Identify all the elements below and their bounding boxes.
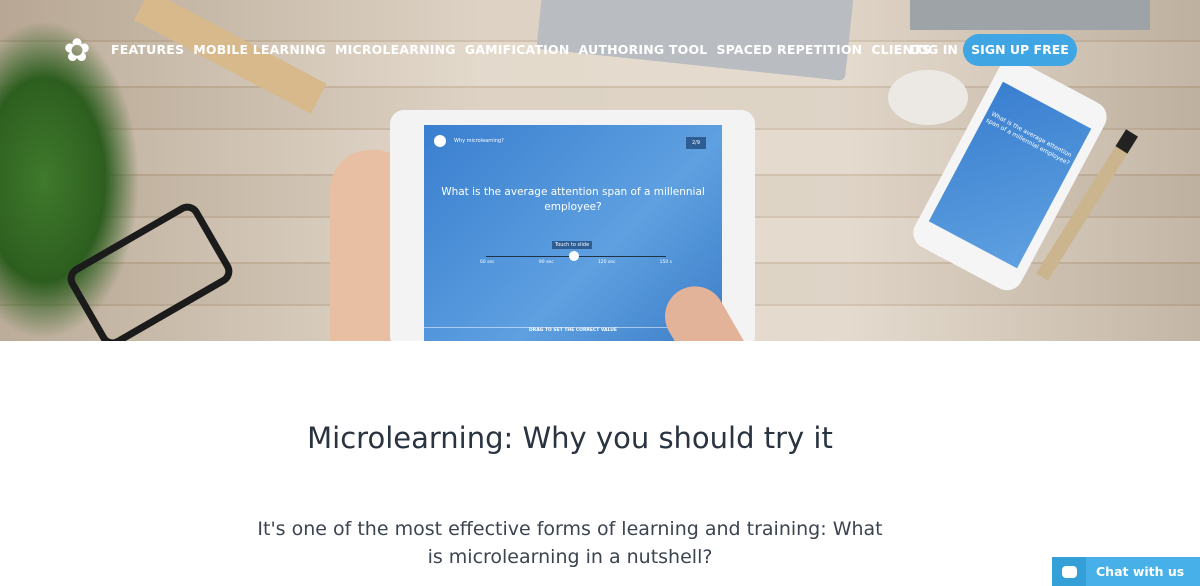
- screen-question: What is the average attention span of a …: [441, 186, 705, 213]
- screen-counter: 2/9: [685, 137, 706, 149]
- chat-label: Chat with us: [1096, 564, 1185, 579]
- signup-button[interactable]: SIGN UP FREE: [963, 34, 1077, 66]
- mouse-decoration: [888, 70, 968, 125]
- screen-header: Why microlearning?: [434, 135, 504, 147]
- chat-bubble-icon: [1052, 557, 1086, 586]
- tick-label: 120 sec: [597, 260, 616, 265]
- nav-mobile-learning[interactable]: MOBILE LEARNING: [193, 42, 326, 57]
- page-title: Microlearning: Why you should try it: [307, 421, 833, 455]
- chat-button[interactable]: Chat with us: [1052, 557, 1200, 586]
- logo-icon[interactable]: ✿: [60, 34, 94, 66]
- page-subtitle: It's one of the most effective forms of …: [257, 518, 883, 568]
- nav-authoring-tool[interactable]: AUTHORING TOOL: [579, 42, 708, 57]
- nav-features[interactable]: FEATURES: [111, 42, 184, 57]
- screen-slider-ticks: 60 sec 90 sec 120 sec 150 s: [480, 260, 672, 265]
- nav-microlearning[interactable]: MICROLEARNING: [335, 42, 456, 57]
- nav-spaced-repetition[interactable]: SPACED REPETITION: [716, 42, 862, 57]
- screen-header-text: Why microlearning?: [454, 138, 504, 144]
- gear-icon: [434, 135, 446, 147]
- login-link[interactable]: LOG IN: [910, 42, 958, 57]
- tick-label: 150 s: [659, 260, 672, 265]
- tick-label: 90 sec: [538, 260, 554, 265]
- screen-tooltip: Touch to slide: [552, 241, 593, 249]
- main-nav: ✿ FEATURES MOBILE LEARNING MICROLEARNING…: [0, 34, 1200, 66]
- notebook-decoration: [910, 0, 1150, 30]
- tick-label: 60 sec: [480, 260, 495, 265]
- nav-gamification[interactable]: GAMIFICATION: [465, 42, 570, 57]
